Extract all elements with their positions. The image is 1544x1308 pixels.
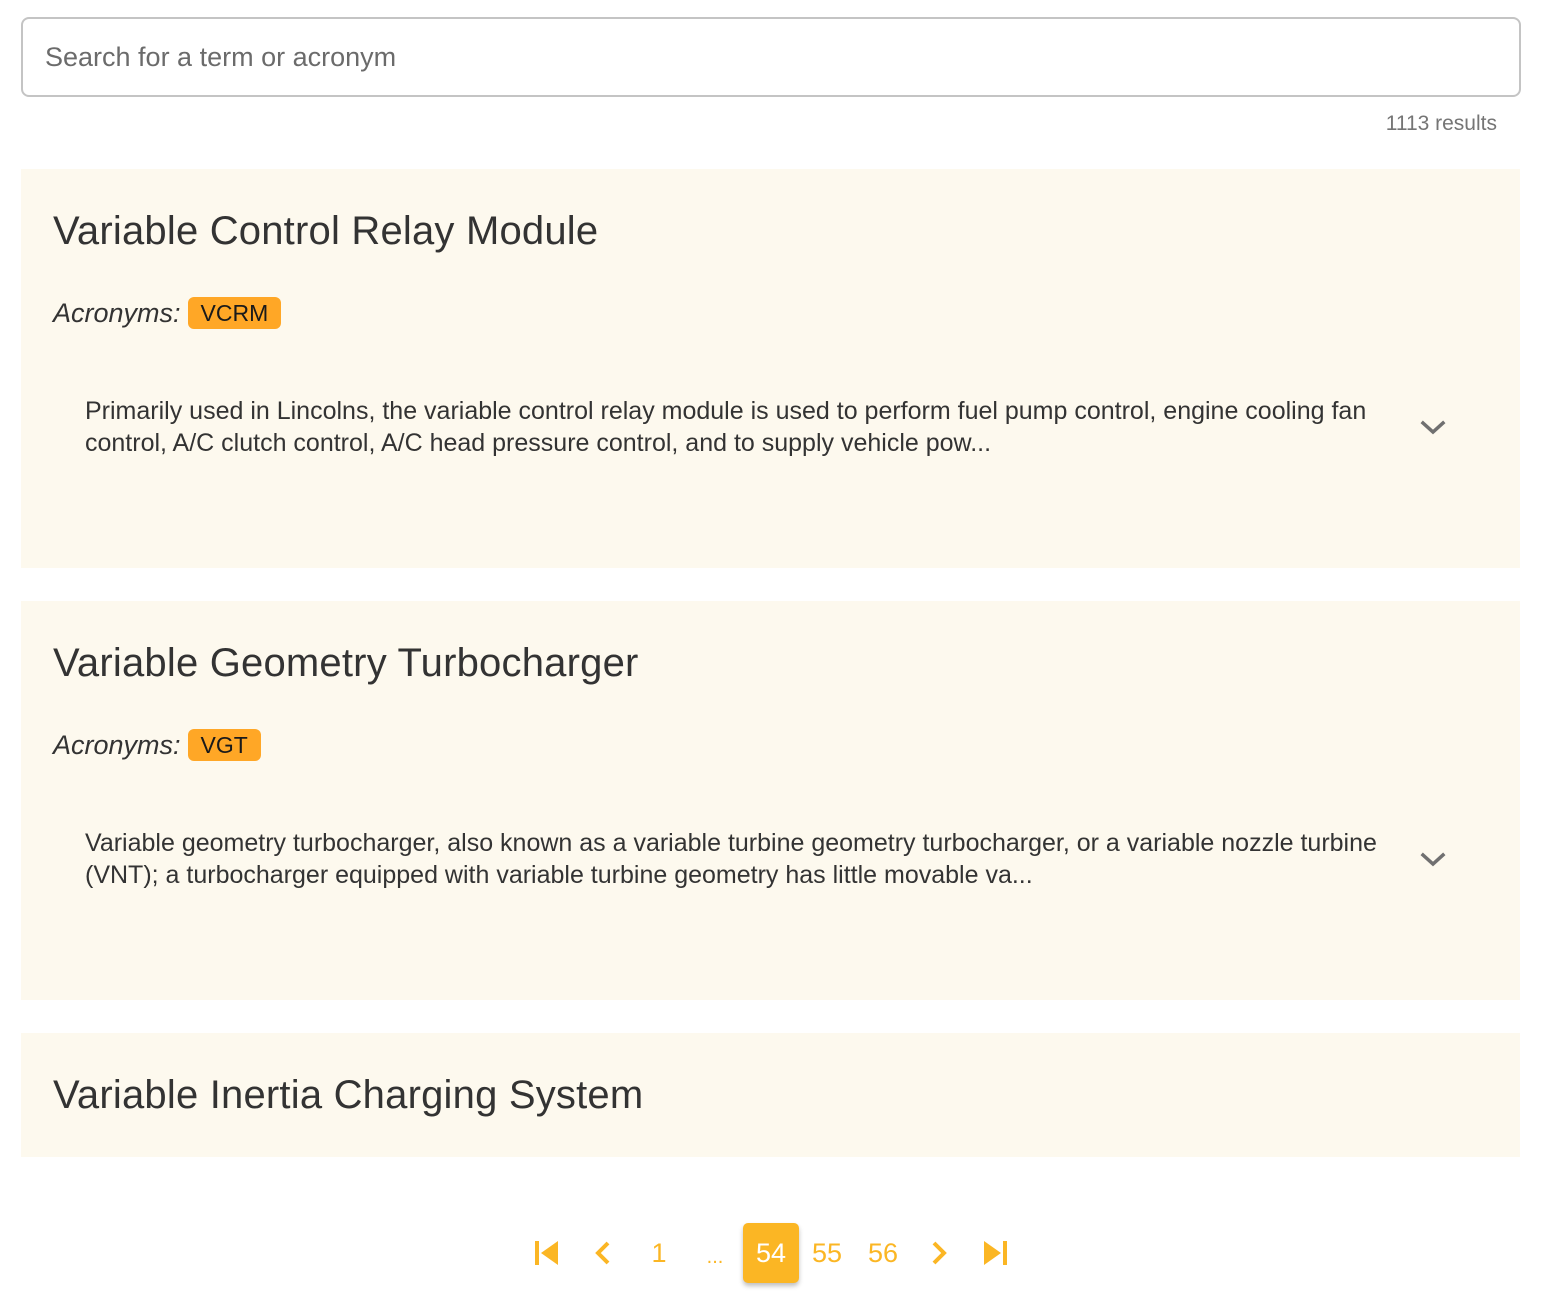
search-container (21, 17, 1521, 97)
result-card: Variable Control Relay Module Acronyms: … (21, 169, 1520, 568)
result-card: Variable Inertia Charging System (21, 1033, 1520, 1157)
page-54-button[interactable]: 54 (743, 1223, 799, 1283)
results-count: 1113 results (1385, 112, 1497, 135)
previous-page-button[interactable] (575, 1223, 631, 1283)
result-title: Variable Inertia Charging System (53, 1073, 644, 1117)
last-page-button[interactable] (967, 1223, 1023, 1283)
pagination-ellipsis: ... (706, 1245, 724, 1268)
acronyms-row: Acronyms: VGT (53, 729, 261, 761)
search-input[interactable] (21, 17, 1521, 97)
page-56-button[interactable]: 56 (855, 1223, 911, 1283)
page-55-button[interactable]: 55 (799, 1223, 855, 1283)
last-page-icon (984, 1241, 1007, 1265)
pagination: 1 ... 54 55 56 (0, 1223, 1544, 1283)
result-card: Variable Geometry Turbocharger Acronyms:… (21, 601, 1520, 1000)
glossary-page: 1113 results Variable Control Relay Modu… (0, 0, 1544, 1308)
acronym-badge: VGT (187, 729, 261, 761)
result-title: Variable Geometry Turbocharger (53, 641, 639, 685)
acronyms-row: Acronyms: VCRM (53, 297, 282, 329)
first-page-button[interactable] (519, 1223, 575, 1283)
result-definition: Primarily used in Lincolns, the variable… (85, 397, 1367, 457)
chevron-right-icon (932, 1241, 947, 1265)
next-page-button[interactable] (911, 1223, 967, 1283)
result-definition: Variable geometry turbocharger, also kno… (85, 829, 1377, 889)
acronym-badge: VCRM (187, 297, 282, 329)
page-1-button[interactable]: 1 (631, 1223, 687, 1283)
expand-button[interactable] (1417, 412, 1449, 444)
chevron-left-icon (595, 1241, 610, 1265)
result-title: Variable Control Relay Module (53, 209, 599, 253)
acronyms-label: Acronyms: (53, 729, 181, 760)
expand-button[interactable] (1417, 844, 1449, 876)
first-page-icon (535, 1241, 558, 1265)
acronyms-label: Acronyms: (53, 297, 181, 328)
chevron-down-icon (1420, 420, 1446, 435)
chevron-down-icon (1420, 852, 1446, 867)
